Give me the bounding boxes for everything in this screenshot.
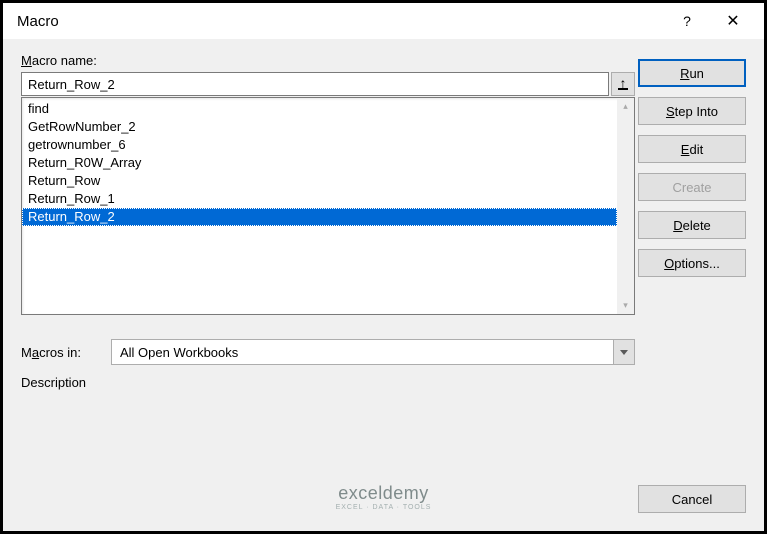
macro-listbox[interactable]: findGetRowNumber_2getrownumber_6Return_R… [21, 97, 635, 315]
run-button[interactable]: Run [638, 59, 746, 87]
macros-in-label: Macros in: [21, 345, 111, 360]
close-button[interactable]: ✕ [710, 5, 756, 37]
options-button[interactable]: Options... [638, 249, 746, 277]
up-arrow-icon: ↑ [618, 78, 628, 90]
macro-name-input[interactable] [21, 72, 609, 96]
description-label: Description [21, 375, 635, 390]
macro-list-inner: findGetRowNumber_2getrownumber_6Return_R… [22, 98, 617, 314]
list-item[interactable]: Return_Row [22, 172, 617, 190]
scrollbar[interactable]: ▴ ▾ [617, 98, 634, 314]
chevron-down-icon [620, 350, 628, 355]
close-icon: ✕ [726, 11, 739, 31]
macros-in-row: Macros in: All Open Workbooks [21, 339, 635, 365]
step-into-button[interactable]: Step Into [638, 97, 746, 125]
macros-in-select[interactable]: All Open Workbooks [111, 339, 635, 365]
list-item[interactable]: getrownumber_6 [22, 136, 617, 154]
dropdown-arrow[interactable] [613, 339, 635, 365]
go-to-button[interactable]: ↑ [611, 72, 635, 96]
help-button[interactable]: ? [664, 5, 710, 37]
list-item[interactable]: Return_R0W_Array [22, 154, 617, 172]
macro-name-row: ↑ [21, 72, 635, 96]
left-column: Macro name: ↑ findGetRowNumber_2getrownu… [21, 53, 635, 390]
watermark: exceldemy EXCEL · DATA · TOOLS [336, 483, 432, 511]
create-button: Create [638, 173, 746, 201]
help-icon: ? [683, 13, 691, 29]
dialog-content: Macro name: ↑ findGetRowNumber_2getrownu… [3, 39, 764, 531]
delete-button[interactable]: Delete [638, 211, 746, 239]
watermark-logo: exceldemy [336, 483, 432, 504]
scroll-down-icon[interactable]: ▾ [617, 297, 634, 314]
macro-dialog: Macro ? ✕ Macro name: ↑ findGetRowNumber… [0, 0, 767, 534]
list-item[interactable]: find [22, 100, 617, 118]
cancel-button[interactable]: Cancel [638, 485, 746, 513]
button-column: Run Step Into Edit Create Delete Options… [638, 59, 746, 277]
watermark-tagline: EXCEL · DATA · TOOLS [336, 504, 432, 511]
list-item[interactable]: GetRowNumber_2 [22, 118, 617, 136]
edit-button[interactable]: Edit [638, 135, 746, 163]
list-item[interactable]: Return_Row_1 [22, 190, 617, 208]
dialog-title: Macro [17, 13, 664, 30]
macro-name-label: Macro name: [21, 53, 635, 68]
list-item[interactable]: Return_Row_2 [22, 208, 617, 226]
titlebar: Macro ? ✕ [3, 3, 764, 39]
scroll-up-icon[interactable]: ▴ [617, 98, 634, 115]
macros-in-value: All Open Workbooks [111, 339, 635, 365]
